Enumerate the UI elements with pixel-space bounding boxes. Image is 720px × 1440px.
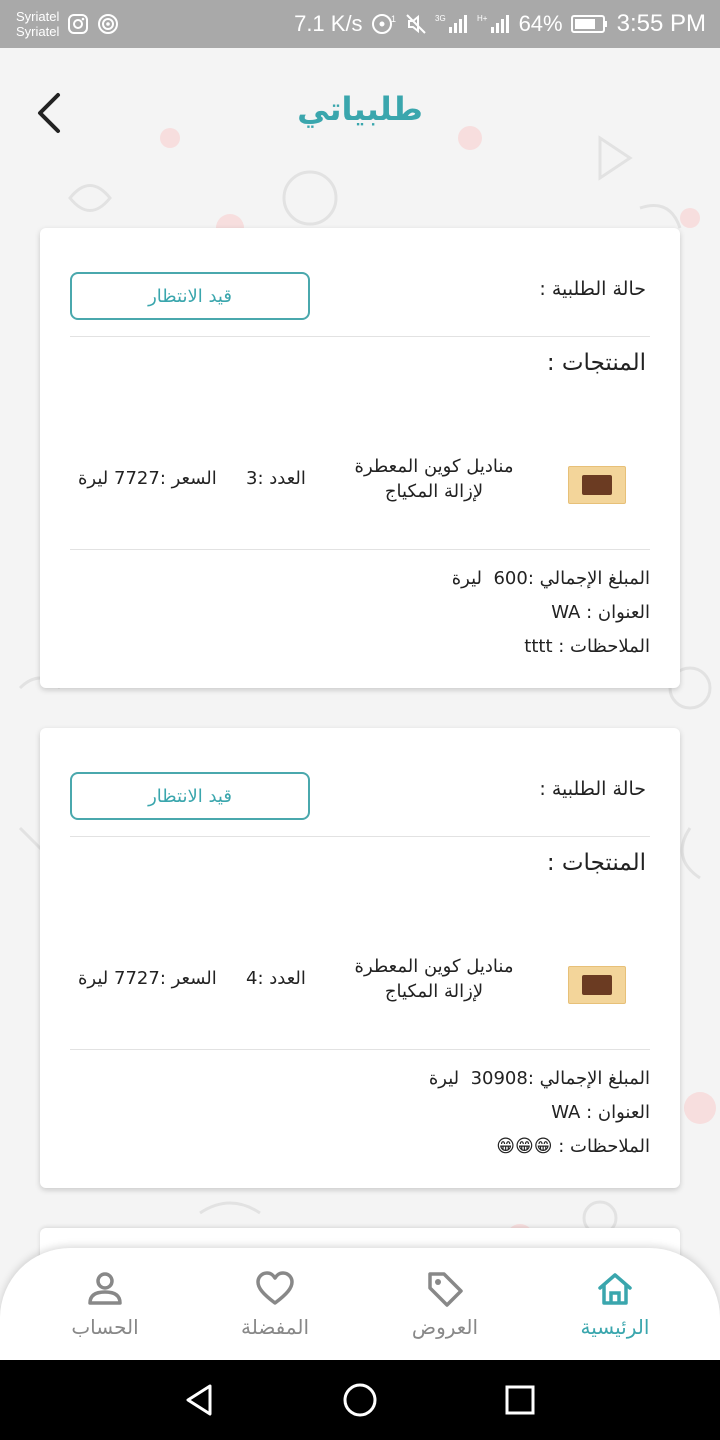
product-name: مناديل كوين المعطرة لإزالة المكياج bbox=[354, 456, 514, 502]
order-status-badge[interactable]: قيد الانتظار bbox=[70, 772, 310, 820]
nav-home[interactable]: الرئيسية bbox=[535, 1269, 695, 1339]
order-address-row: العنوان : WA bbox=[452, 596, 650, 630]
battery-icon bbox=[570, 14, 609, 34]
carrier-names: Syriatel Syriatel bbox=[16, 9, 59, 39]
order-total-currency: ليرة bbox=[428, 1068, 460, 1089]
product-row: مناديل كوين المعطرة لإزالة المكياج العدد… bbox=[70, 446, 650, 526]
home-icon bbox=[595, 1269, 635, 1309]
triangle-back-icon bbox=[186, 1384, 212, 1416]
system-back-button[interactable] bbox=[170, 1370, 230, 1430]
divider bbox=[70, 836, 650, 837]
order-total-row: المبلغ الإجمالي :30908 ليرة bbox=[429, 1062, 650, 1096]
order-total-label: المبلغ الإجمالي : bbox=[527, 568, 650, 589]
order-status-row: حالة الطلبية : قيد الانتظار bbox=[70, 772, 650, 820]
system-recents-button[interactable] bbox=[490, 1370, 550, 1430]
product-quantity: العدد :3 bbox=[246, 468, 306, 489]
product-price: السعر :7727 ليرة bbox=[78, 968, 217, 989]
order-status-label: حالة الطلبية : bbox=[539, 278, 646, 300]
heart-icon bbox=[255, 1269, 295, 1309]
nav-home-label: الرئيسية bbox=[580, 1315, 650, 1339]
status-right: 7.1 K/s 1 3G H+ 64% 3:55 PM bbox=[294, 10, 706, 38]
order-address-value: WA bbox=[551, 602, 581, 623]
product-row: مناديل كوين المعطرة لإزالة المكياج العدد… bbox=[70, 946, 650, 1026]
battery-percent: 64% bbox=[518, 11, 563, 36]
order-notes-label: الملاحظات : bbox=[558, 1136, 650, 1157]
order-notes-row: الملاحظات : 😁😁😁 bbox=[429, 1130, 650, 1164]
nav-offers[interactable]: العروض bbox=[365, 1269, 525, 1339]
nav-account[interactable]: الحساب bbox=[25, 1269, 185, 1339]
order-status-badge[interactable]: قيد الانتظار bbox=[70, 272, 310, 320]
divider bbox=[70, 1049, 650, 1050]
nav-favorites[interactable]: المفضلة bbox=[195, 1269, 355, 1339]
system-navigation-bar bbox=[0, 1360, 720, 1440]
order-total-label: المبلغ الإجمالي : bbox=[527, 1068, 650, 1089]
page-title: طلبياتي bbox=[297, 90, 423, 128]
order-card: حالة الطلبية : قيد الانتظار المنتجات : م… bbox=[40, 228, 680, 688]
network-speed: 7.1 K/s bbox=[294, 11, 363, 36]
circle-home-icon bbox=[343, 1383, 377, 1417]
order-total-currency: ليرة bbox=[451, 568, 483, 589]
hotspot-icon bbox=[97, 13, 119, 35]
order-notes-value: 😁😁😁 bbox=[496, 1136, 553, 1157]
order-status-row: حالة الطلبية : قيد الانتظار bbox=[70, 272, 650, 320]
svg-text:3G: 3G bbox=[435, 14, 446, 23]
svg-text:H+: H+ bbox=[477, 14, 488, 23]
order-summary: المبلغ الإجمالي :600 ليرة العنوان : WA ا… bbox=[452, 562, 650, 664]
nav-offers-label: العروض bbox=[411, 1315, 479, 1339]
order-total-value: 600 bbox=[493, 568, 528, 589]
signal-h-icon: H+ bbox=[477, 13, 511, 35]
order-total-value: 30908 bbox=[470, 1068, 528, 1089]
nav-favorites-label: المفضلة bbox=[240, 1315, 310, 1339]
order-address-label: العنوان : bbox=[586, 602, 650, 623]
product-image bbox=[568, 966, 626, 1004]
order-address-label: العنوان : bbox=[586, 1102, 650, 1123]
bottom-navigation: الرئيسية العروض المفضلة الحساب bbox=[0, 1248, 720, 1360]
order-notes-value: tttt bbox=[524, 636, 553, 657]
order-status-label: حالة الطلبية : bbox=[539, 778, 646, 800]
order-total-row: المبلغ الإجمالي :600 ليرة bbox=[452, 562, 650, 596]
order-address-row: العنوان : WA bbox=[429, 1096, 650, 1130]
system-home-button[interactable] bbox=[330, 1370, 390, 1430]
tag-icon bbox=[425, 1269, 465, 1309]
mute-icon bbox=[405, 13, 427, 35]
order-notes-row: الملاحظات : tttt bbox=[452, 630, 650, 664]
clock: 3:55 PM bbox=[616, 10, 706, 37]
products-title: المنتجات : bbox=[546, 350, 646, 376]
product-quantity: العدد :4 bbox=[246, 968, 306, 989]
product-price: السعر :7727 ليرة bbox=[78, 468, 217, 489]
divider bbox=[70, 549, 650, 550]
signal-3g-icon: 3G bbox=[435, 13, 469, 35]
instagram-icon bbox=[67, 13, 89, 35]
order-card: حالة الطلبية : قيد الانتظار المنتجات : م… bbox=[40, 728, 680, 1188]
svg-text:1: 1 bbox=[391, 14, 396, 24]
status-bar: Syriatel Syriatel 7.1 K/s 1 3G H+ 64% 3:… bbox=[0, 0, 720, 48]
order-notes-label: الملاحظات : bbox=[558, 636, 650, 657]
order-summary: المبلغ الإجمالي :30908 ليرة العنوان : WA… bbox=[429, 1062, 650, 1164]
products-title: المنتجات : bbox=[546, 850, 646, 876]
hotspot-signal-icon: 1 bbox=[371, 13, 397, 35]
nav-account-label: الحساب bbox=[71, 1315, 139, 1339]
product-image bbox=[568, 466, 626, 504]
product-name: مناديل كوين المعطرة لإزالة المكياج bbox=[354, 956, 514, 1002]
carrier-1: Syriatel bbox=[16, 9, 60, 24]
order-address-value: WA bbox=[551, 1102, 581, 1123]
header: طلبياتي bbox=[0, 48, 720, 178]
divider bbox=[70, 336, 650, 337]
carrier-2: Syriatel bbox=[16, 24, 60, 39]
square-recents-icon bbox=[505, 1385, 535, 1415]
user-icon bbox=[85, 1269, 125, 1309]
carrier-group: Syriatel Syriatel bbox=[16, 9, 119, 39]
